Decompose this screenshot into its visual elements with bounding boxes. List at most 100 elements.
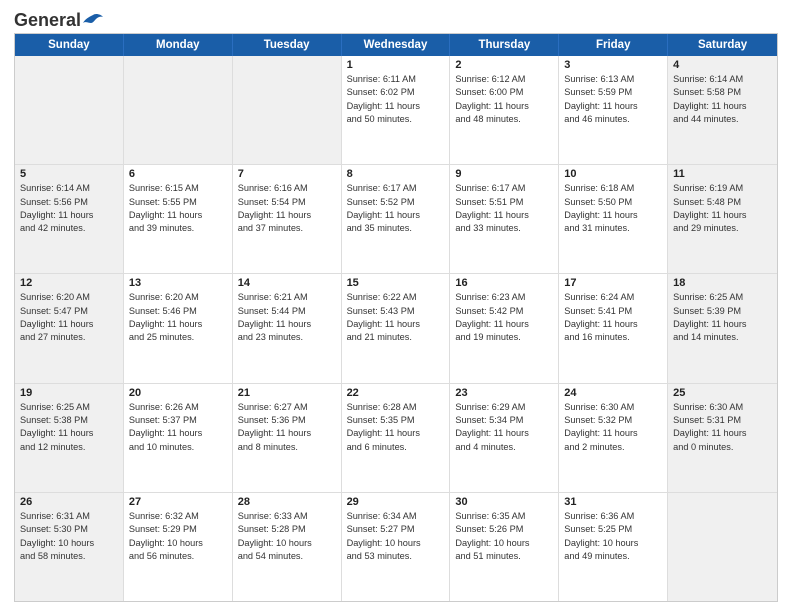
day-info: Sunrise: 6:25 AM Sunset: 5:38 PM Dayligh… <box>20 401 118 454</box>
day-number: 17 <box>564 277 662 289</box>
day-number: 22 <box>347 387 445 399</box>
day-number: 31 <box>564 496 662 508</box>
day-number: 20 <box>129 387 227 399</box>
day-number: 5 <box>20 168 118 180</box>
day-info: Sunrise: 6:30 AM Sunset: 5:31 PM Dayligh… <box>673 401 772 454</box>
day-number: 11 <box>673 168 772 180</box>
header: General <box>14 10 778 27</box>
header-day-sunday: Sunday <box>15 34 124 56</box>
day-number: 6 <box>129 168 227 180</box>
day-info: Sunrise: 6:14 AM Sunset: 5:56 PM Dayligh… <box>20 182 118 235</box>
day-info: Sunrise: 6:21 AM Sunset: 5:44 PM Dayligh… <box>238 291 336 344</box>
day-number: 13 <box>129 277 227 289</box>
week-row-3: 12 Sunrise: 6:20 AM Sunset: 5:47 PM Dayli… <box>15 274 777 383</box>
day-number: 24 <box>564 387 662 399</box>
day-number: 14 <box>238 277 336 289</box>
day-info: Sunrise: 6:20 AM Sunset: 5:47 PM Dayligh… <box>20 291 118 344</box>
day-info: Sunrise: 6:33 AM Sunset: 5:28 PM Dayligh… <box>238 510 336 563</box>
day-info: Sunrise: 6:29 AM Sunset: 5:34 PM Dayligh… <box>455 401 553 454</box>
day-number: 28 <box>238 496 336 508</box>
day-number: 23 <box>455 387 553 399</box>
day-info: Sunrise: 6:26 AM Sunset: 5:37 PM Dayligh… <box>129 401 227 454</box>
cal-cell: 8 Sunrise: 6:17 AM Sunset: 5:52 PM Daylig… <box>342 165 451 273</box>
day-info: Sunrise: 6:17 AM Sunset: 5:51 PM Dayligh… <box>455 182 553 235</box>
day-info: Sunrise: 6:24 AM Sunset: 5:41 PM Dayligh… <box>564 291 662 344</box>
day-info: Sunrise: 6:32 AM Sunset: 5:29 PM Dayligh… <box>129 510 227 563</box>
header-day-monday: Monday <box>124 34 233 56</box>
day-number: 2 <box>455 59 553 71</box>
cal-cell: 2 Sunrise: 6:12 AM Sunset: 6:00 PM Daylig… <box>450 56 559 164</box>
cal-cell: 28 Sunrise: 6:33 AM Sunset: 5:28 PM Dayli… <box>233 493 342 601</box>
cal-cell <box>124 56 233 164</box>
day-info: Sunrise: 6:34 AM Sunset: 5:27 PM Dayligh… <box>347 510 445 563</box>
cal-cell: 6 Sunrise: 6:15 AM Sunset: 5:55 PM Daylig… <box>124 165 233 273</box>
day-info: Sunrise: 6:20 AM Sunset: 5:46 PM Dayligh… <box>129 291 227 344</box>
day-info: Sunrise: 6:25 AM Sunset: 5:39 PM Dayligh… <box>673 291 772 344</box>
day-number: 10 <box>564 168 662 180</box>
day-info: Sunrise: 6:11 AM Sunset: 6:02 PM Dayligh… <box>347 73 445 126</box>
cal-cell: 4 Sunrise: 6:14 AM Sunset: 5:58 PM Daylig… <box>668 56 777 164</box>
cal-cell: 9Sunrise: 6:17 AM Sunset: 5:51 PM Daylig… <box>450 165 559 273</box>
day-info: Sunrise: 6:31 AM Sunset: 5:30 PM Dayligh… <box>20 510 118 563</box>
cal-cell: 24 Sunrise: 6:30 AM Sunset: 5:32 PM Dayli… <box>559 384 668 492</box>
logo-general: General <box>14 10 81 31</box>
day-info: Sunrise: 6:17 AM Sunset: 5:52 PM Dayligh… <box>347 182 445 235</box>
cal-cell: 21 Sunrise: 6:27 AM Sunset: 5:36 PM Dayli… <box>233 384 342 492</box>
cal-cell: 13 Sunrise: 6:20 AM Sunset: 5:46 PM Dayli… <box>124 274 233 382</box>
day-info: Sunrise: 6:18 AM Sunset: 5:50 PM Dayligh… <box>564 182 662 235</box>
day-number: 18 <box>673 277 772 289</box>
logo-bird-icon <box>83 13 103 29</box>
day-number: 26 <box>20 496 118 508</box>
header-day-thursday: Thursday <box>450 34 559 56</box>
cal-cell <box>668 493 777 601</box>
cal-cell: 5 Sunrise: 6:14 AM Sunset: 5:56 PM Daylig… <box>15 165 124 273</box>
day-info: Sunrise: 6:23 AM Sunset: 5:42 PM Dayligh… <box>455 291 553 344</box>
cal-cell: 29 Sunrise: 6:34 AM Sunset: 5:27 PM Dayli… <box>342 493 451 601</box>
cal-cell: 16Sunrise: 6:23 AM Sunset: 5:42 PM Dayli… <box>450 274 559 382</box>
cal-cell: 14 Sunrise: 6:21 AM Sunset: 5:44 PM Dayli… <box>233 274 342 382</box>
day-number: 19 <box>20 387 118 399</box>
page: General SundayMondayTuesdayWednesdayThur… <box>0 0 792 612</box>
day-number: 15 <box>347 277 445 289</box>
calendar: SundayMondayTuesdayWednesdayThursdayFrid… <box>14 33 778 602</box>
header-day-tuesday: Tuesday <box>233 34 342 56</box>
day-info: Sunrise: 6:19 AM Sunset: 5:48 PM Dayligh… <box>673 182 772 235</box>
cal-cell: 12 Sunrise: 6:20 AM Sunset: 5:47 PM Dayli… <box>15 274 124 382</box>
day-info: Sunrise: 6:28 AM Sunset: 5:35 PM Dayligh… <box>347 401 445 454</box>
cal-cell: 30 Sunrise: 6:35 AM Sunset: 5:26 PM Dayli… <box>450 493 559 601</box>
cal-cell: 18 Sunrise: 6:25 AM Sunset: 5:39 PM Dayli… <box>668 274 777 382</box>
day-info: Sunrise: 6:15 AM Sunset: 5:55 PM Dayligh… <box>129 182 227 235</box>
cal-cell: 19 Sunrise: 6:25 AM Sunset: 5:38 PM Dayli… <box>15 384 124 492</box>
week-row-5: 26 Sunrise: 6:31 AM Sunset: 5:30 PM Dayli… <box>15 493 777 601</box>
day-number: 25 <box>673 387 772 399</box>
header-day-friday: Friday <box>559 34 668 56</box>
cal-cell: 10 Sunrise: 6:18 AM Sunset: 5:50 PM Dayli… <box>559 165 668 273</box>
day-number: 8 <box>347 168 445 180</box>
day-info: Sunrise: 6:12 AM Sunset: 6:00 PM Dayligh… <box>455 73 553 126</box>
day-number: 21 <box>238 387 336 399</box>
day-info: Sunrise: 6:14 AM Sunset: 5:58 PM Dayligh… <box>673 73 772 126</box>
day-number: 29 <box>347 496 445 508</box>
cal-cell: 15 Sunrise: 6:22 AM Sunset: 5:43 PM Dayli… <box>342 274 451 382</box>
week-row-4: 19 Sunrise: 6:25 AM Sunset: 5:38 PM Dayli… <box>15 384 777 493</box>
day-info: Sunrise: 6:35 AM Sunset: 5:26 PM Dayligh… <box>455 510 553 563</box>
day-number: 12 <box>20 277 118 289</box>
day-number: 4 <box>673 59 772 71</box>
day-info: Sunrise: 6:27 AM Sunset: 5:36 PM Dayligh… <box>238 401 336 454</box>
day-info: Sunrise: 6:30 AM Sunset: 5:32 PM Dayligh… <box>564 401 662 454</box>
cal-cell: 26 Sunrise: 6:31 AM Sunset: 5:30 PM Dayli… <box>15 493 124 601</box>
header-day-wednesday: Wednesday <box>342 34 451 56</box>
cal-cell: 7Sunrise: 6:16 AM Sunset: 5:54 PM Daylig… <box>233 165 342 273</box>
calendar-body: 1Sunrise: 6:11 AM Sunset: 6:02 PM Daylig… <box>15 56 777 601</box>
cal-cell: 3Sunrise: 6:13 AM Sunset: 5:59 PM Daylig… <box>559 56 668 164</box>
cal-cell: 31Sunrise: 6:36 AM Sunset: 5:25 PM Dayli… <box>559 493 668 601</box>
day-info: Sunrise: 6:22 AM Sunset: 5:43 PM Dayligh… <box>347 291 445 344</box>
cal-cell: 20 Sunrise: 6:26 AM Sunset: 5:37 PM Dayli… <box>124 384 233 492</box>
cal-cell: 17 Sunrise: 6:24 AM Sunset: 5:41 PM Dayli… <box>559 274 668 382</box>
day-number: 27 <box>129 496 227 508</box>
day-info: Sunrise: 6:13 AM Sunset: 5:59 PM Dayligh… <box>564 73 662 126</box>
day-number: 30 <box>455 496 553 508</box>
day-number: 7 <box>238 168 336 180</box>
week-row-2: 5 Sunrise: 6:14 AM Sunset: 5:56 PM Daylig… <box>15 165 777 274</box>
cal-cell: 23 Sunrise: 6:29 AM Sunset: 5:34 PM Dayli… <box>450 384 559 492</box>
